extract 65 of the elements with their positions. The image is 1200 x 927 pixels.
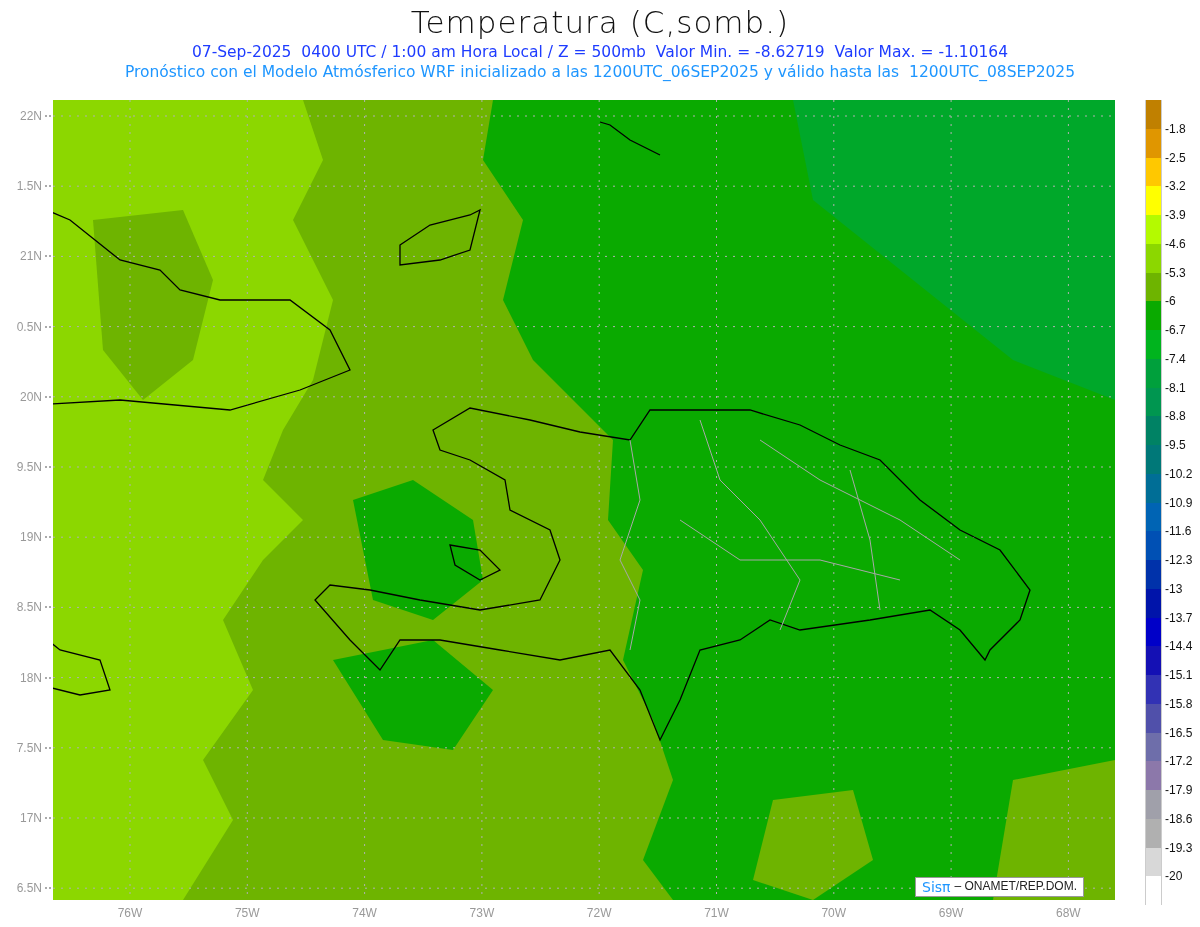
latitude-label: 8.5N [16,599,42,616]
latitude-label: 17N [20,809,42,826]
longitude-label: 73W [468,906,496,920]
legend-label: -2.5 [1165,150,1186,165]
latitude-label: 9.5N [16,458,42,475]
tick-mark [45,746,51,751]
tick-mark [45,115,51,119]
latitude-label: 18N [20,669,42,686]
tick-mark [45,185,51,190]
longitude-label: 72W [585,906,613,920]
legend-label: -4.6 [1165,236,1186,251]
legend-label: -13 [1165,581,1183,596]
tick-mark [45,255,51,260]
legend-label: -15.1 [1165,668,1193,682]
latitude-label: 0.5N [16,318,42,335]
longitude-label: 69W [937,906,965,920]
legend-label: -7.4 [1165,351,1186,366]
legend-label: -10.2 [1165,466,1193,481]
plot-subtitle: Pronóstico con el Modelo Atmósferico WRF inicializado a las 1200UTC_06SEP2025 y válido hasta las 1200UTC_08SEP2025 [124,62,1076,82]
legend-label: -6 [1165,294,1176,309]
legend-label: -13.7 [1165,610,1193,625]
longitude-label: 68W [1055,906,1082,920]
legend-label: -12.3 [1165,553,1193,567]
legend-label: -14.4 [1165,639,1193,654]
tick-mark [45,395,51,400]
legend-label: -6.7 [1165,323,1186,337]
latitude-label: 6.5N [16,880,42,897]
legend-label: -17.2 [1165,754,1193,769]
legend-label: -16.5 [1165,725,1193,740]
longitude-label: 74W [351,906,378,920]
legend-label: -11.6 [1165,524,1192,539]
longitude-label: 75W [233,906,261,920]
plot-title: Temperatura (C,somb.) [410,3,790,42]
legend-label: -8.8 [1165,409,1186,424]
legend-label: -3.2 [1165,179,1186,194]
latitude-label: 20N [20,388,42,405]
latitude-label: 1.5N [16,178,42,195]
tick-mark [45,816,51,821]
latitude-label: 22N [20,108,42,124]
legend-label: -8.1 [1165,380,1186,395]
latitude-label: 19N [20,529,42,546]
longitude-label: 76W [116,906,144,920]
tick-mark [45,325,51,330]
tick-mark [45,887,51,892]
legend-label: -15.8 [1165,696,1193,711]
legend-label: -20 [1165,869,1183,884]
legend-label: -19.3 [1165,840,1193,855]
longitude-label: 70W [820,906,848,920]
tick-mark [45,465,51,470]
legend-label: -9.5 [1165,438,1186,452]
logo-text: Sisπ [922,879,951,895]
legend-label: -1.8 [1165,121,1186,136]
longitude-label: 71W [703,906,730,920]
legend-label: -18.6 [1165,811,1193,826]
credit-text: – ONAMET/REP.DOM. [954,879,1077,895]
legend-label: -10.9 [1165,495,1193,510]
latitude-label: 7.5N [16,739,42,756]
tick-mark [45,606,51,611]
tick-mark [45,676,51,681]
legend-label: -3.9 [1165,208,1186,222]
tick-mark [45,536,51,541]
legend-label: -5.3 [1165,265,1186,280]
plot-subtitle: 07-Sep-2025 0400 UTC / 1:00 am Hora Local / Z = 500mb Valor Min. = -8.62719 Valor Max. = -1.10164 [191,42,1009,62]
legend-label: -17.9 [1165,783,1193,797]
latitude-label: 21N [20,248,42,265]
